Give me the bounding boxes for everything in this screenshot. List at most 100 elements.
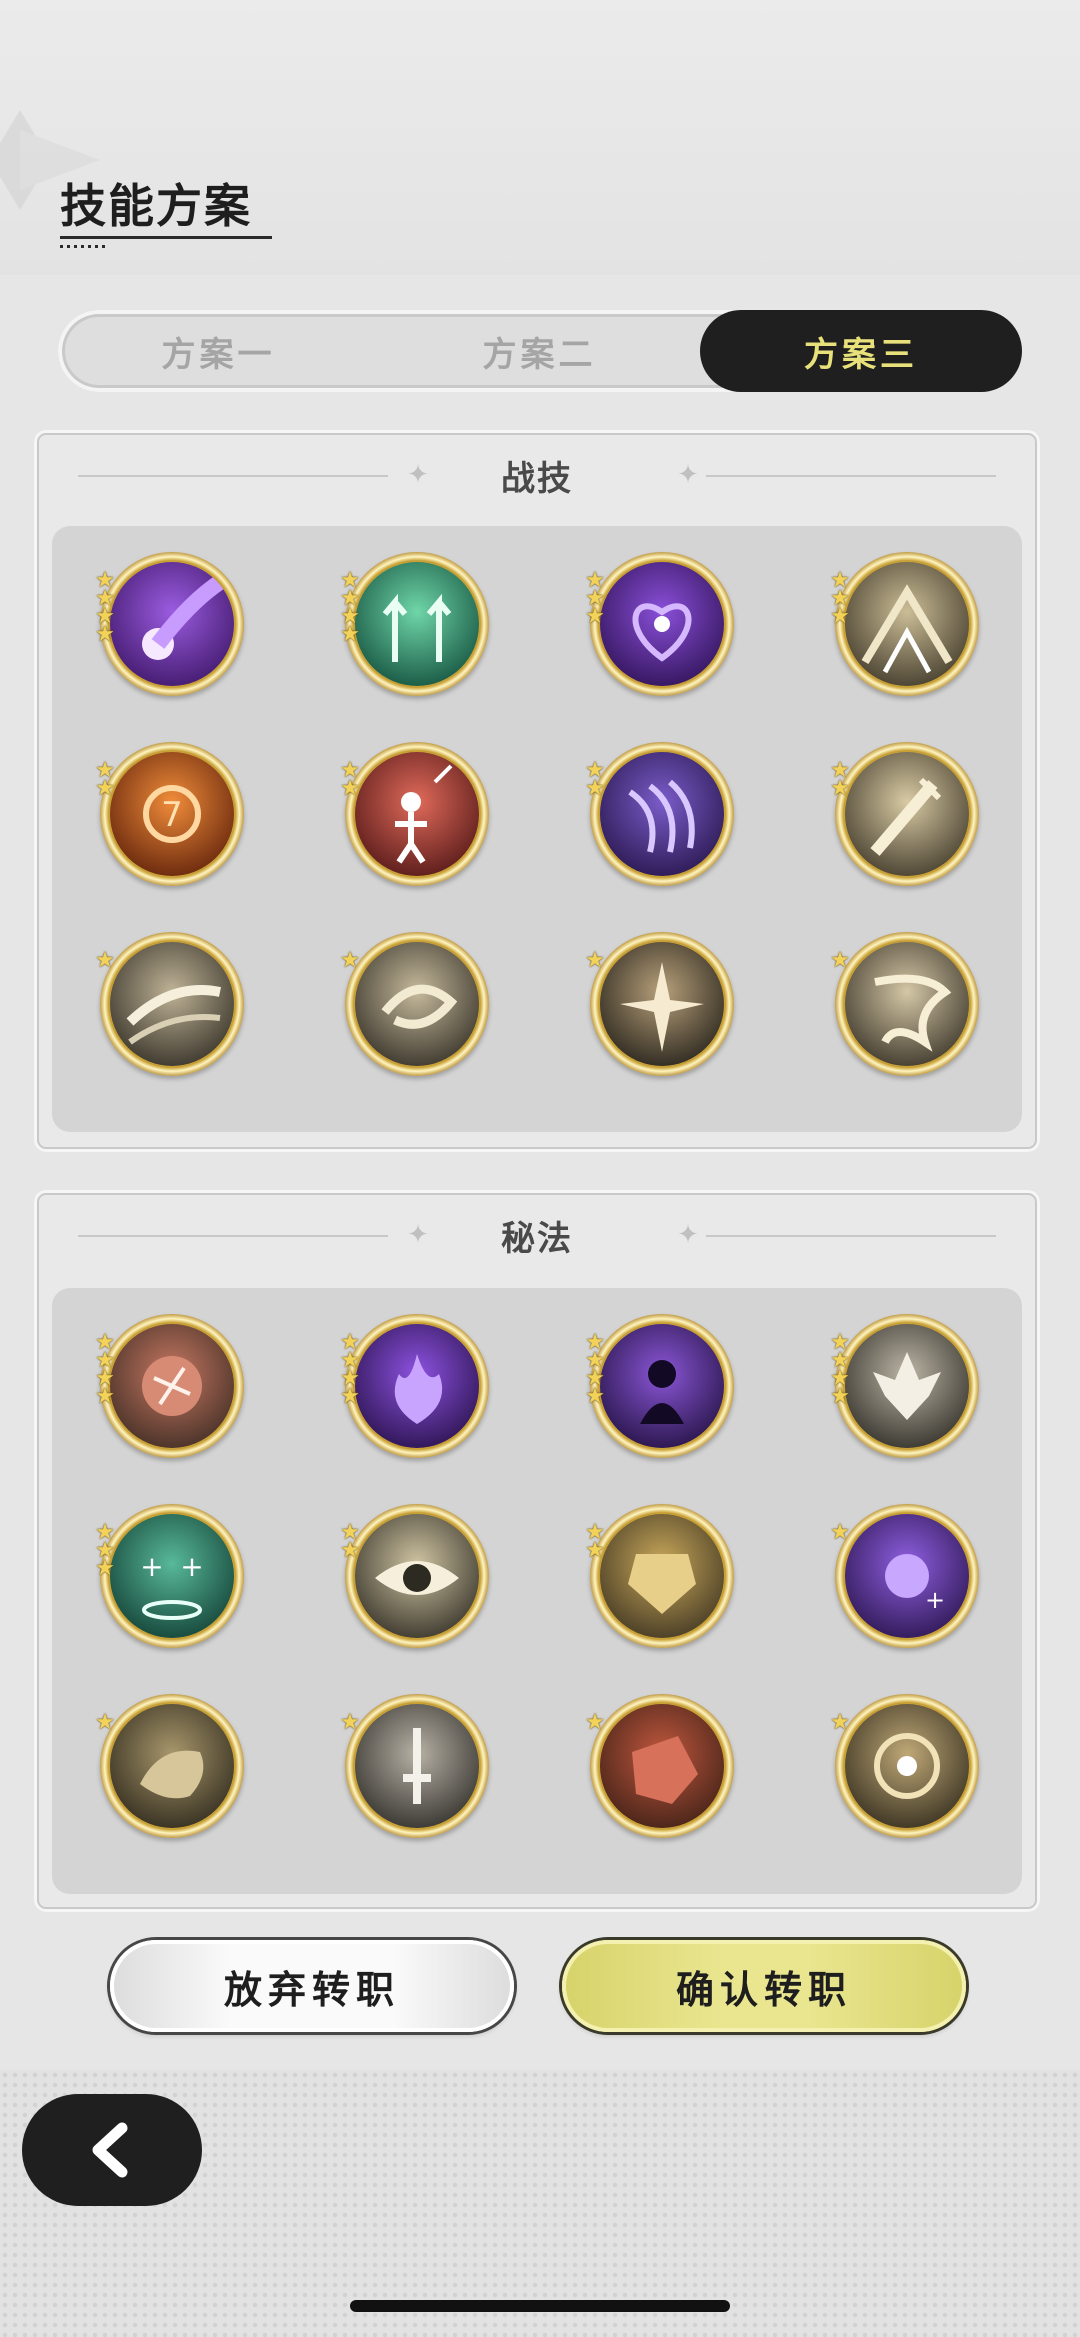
secret-skill-slot[interactable]: ★ (340, 1694, 489, 1838)
star-rating: ★ (92, 1712, 118, 1734)
divider-line (706, 475, 996, 477)
combat-skill-slot[interactable]: ★ ★ (585, 742, 734, 886)
star-icon: ★ (95, 622, 115, 647)
secret-skill-slot[interactable]: + ★ (830, 1504, 979, 1648)
star-icon: ★ (830, 1520, 850, 1545)
secret-arts-panel: ✦ 秘法 ✦ ★ ★ ★ ★ ★ ★ ★ ★ ★ ★ ★ ★ ★ ★ ★ ★ + + ★ ★ ★ ★ ★ ★ ★ + ★ ★ ★ ★ ★ (34, 1190, 1040, 1912)
star-icon: ★ (95, 1384, 115, 1409)
chevron-left-icon (92, 2122, 128, 2178)
star-icon: ★ (830, 776, 850, 801)
red-rune-secret-icon (110, 1324, 234, 1448)
svg-text:+: + (140, 1550, 163, 1583)
purple-heart-burst-skill-icon (600, 562, 724, 686)
star-rating: ★ (582, 950, 608, 972)
sparkle-icon: ✦ (407, 460, 429, 490)
purple-flame-secret-icon (355, 1324, 479, 1448)
golden-rays-skill-icon (845, 562, 969, 686)
green-arrows-up-skill-icon (355, 562, 479, 686)
purple-figure-secret-icon (600, 1324, 724, 1448)
secret-skill-slot[interactable]: ★ ★ ★ ★ (585, 1314, 734, 1458)
star-rating: ★ ★ ★ (827, 570, 853, 629)
panel-header: ✦ 战技 ✦ (34, 450, 1040, 500)
star-rating: ★ (337, 1712, 363, 1734)
secret-skill-slot[interactable]: ★ (95, 1694, 244, 1838)
star-rating: ★ (827, 1522, 853, 1544)
star-rating: ★ ★ (337, 1522, 363, 1563)
star-icon: ★ (585, 1710, 605, 1735)
whirlwind-skill-icon (355, 942, 479, 1066)
tab-plan-3[interactable]: 方案三 (700, 310, 1022, 392)
sparkle-icon: ✦ (677, 1220, 699, 1250)
star-rating: ★ (92, 950, 118, 972)
star-rating: ★ ★ (582, 1522, 608, 1563)
secret-skill-slot[interactable]: ★ ★ ★ ★ (340, 1314, 489, 1458)
secret-skill-slot[interactable]: ★ ★ ★ ★ (830, 1314, 979, 1458)
combat-skill-slot[interactable]: ★ ★ (830, 742, 979, 886)
confirm-job-change-button[interactable]: 确认转职 (562, 1940, 966, 2032)
tab-plan-1[interactable]: 方案一 (58, 310, 379, 392)
red-rock-secret-icon (600, 1704, 724, 1828)
combat-skill-slot[interactable]: ★ ★ ★ ★ (340, 552, 489, 696)
star-icon: ★ (585, 1538, 605, 1563)
star-rating: ★ (337, 950, 363, 972)
combat-skill-slot[interactable]: ★ ★ ★ (585, 552, 734, 696)
star-icon: ★ (340, 1538, 360, 1563)
secret-skill-slot[interactable]: ★ ★ (585, 1504, 734, 1648)
explosion-skill-icon (600, 942, 724, 1066)
golden-armor-secret-icon (600, 1514, 724, 1638)
secret-skill-slot[interactable]: ★ ★ (340, 1504, 489, 1648)
star-icon: ★ (585, 948, 605, 973)
star-rating: ★ ★ ★ ★ (92, 1332, 118, 1409)
secret-skill-slot[interactable]: ★ (830, 1694, 979, 1838)
combat-skill-slot[interactable]: ★ ★ (340, 742, 489, 886)
star-icon: ★ (830, 1384, 850, 1409)
green-heal-secret-icon: + + (110, 1514, 234, 1638)
star-icon: ★ (95, 948, 115, 973)
section-title: 战技 (501, 458, 573, 499)
combat-skill-slot[interactable]: ★ (95, 932, 244, 1076)
star-icon: ★ (340, 948, 360, 973)
star-icon: ★ (95, 1556, 115, 1581)
combat-skill-slot[interactable]: ★ ★ ★ (830, 552, 979, 696)
silver-sword-secret-icon (355, 1704, 479, 1828)
panel-header: ✦ 秘法 ✦ (34, 1210, 1040, 1260)
svg-text:7: 7 (161, 795, 183, 835)
cancel-job-change-button[interactable]: 放弃转职 (110, 1940, 514, 2032)
back-button[interactable] (22, 2094, 202, 2206)
star-icon: ★ (340, 776, 360, 801)
star-rating: ★ (827, 1712, 853, 1734)
star-icon: ★ (830, 604, 850, 629)
combat-skill-slot[interactable]: 7 ★ ★ (95, 742, 244, 886)
divider-line (78, 1235, 388, 1237)
combat-skill-slot[interactable]: ★ (585, 932, 734, 1076)
star-icon: ★ (585, 1384, 605, 1409)
sparkle-icon: ✦ (407, 1220, 429, 1250)
bronze-beast-secret-icon (110, 1704, 234, 1828)
divider-line (706, 1235, 996, 1237)
star-icon: ★ (95, 776, 115, 801)
sparkle-icon: ✦ (677, 460, 699, 490)
star-rating: ★ ★ (92, 760, 118, 801)
silver-leaf-secret-icon (845, 1324, 969, 1448)
secret-skill-slot[interactable]: + + ★ ★ ★ (95, 1504, 244, 1648)
star-icon: ★ (340, 1384, 360, 1409)
combat-skill-grid: ★ ★ ★ ★ ★ ★ ★ ★ ★ ★ ★ ★ ★ ★ 7 ★ ★ ★ ★ ★ ★ ★ ★ ★ ★ ★ ★ (52, 526, 1022, 1132)
star-rating: ★ ★ ★ ★ (92, 570, 118, 647)
eye-secret-icon (355, 1514, 479, 1638)
star-rating: ★ (582, 1712, 608, 1734)
combat-skill-slot[interactable]: ★ ★ ★ ★ (95, 552, 244, 696)
page-title: 技能方案 (60, 179, 252, 233)
secret-skill-slot[interactable]: ★ ★ ★ ★ (95, 1314, 244, 1458)
section-title: 秘法 (501, 1218, 573, 1259)
star-icon: ★ (340, 622, 360, 647)
combat-skill-slot[interactable]: ★ (830, 932, 979, 1076)
star-icon: ★ (585, 604, 605, 629)
purple-claw-skill-icon (600, 752, 724, 876)
star-icon: ★ (830, 948, 850, 973)
secret-skill-slot[interactable]: ★ (585, 1694, 734, 1838)
star-rating: ★ ★ ★ (92, 1522, 118, 1581)
star-icon: ★ (830, 1710, 850, 1735)
combat-skill-slot[interactable]: ★ (340, 932, 489, 1076)
fire-seal-skill-icon: 7 (110, 752, 234, 876)
tab-plan-2[interactable]: 方案二 (379, 310, 700, 392)
